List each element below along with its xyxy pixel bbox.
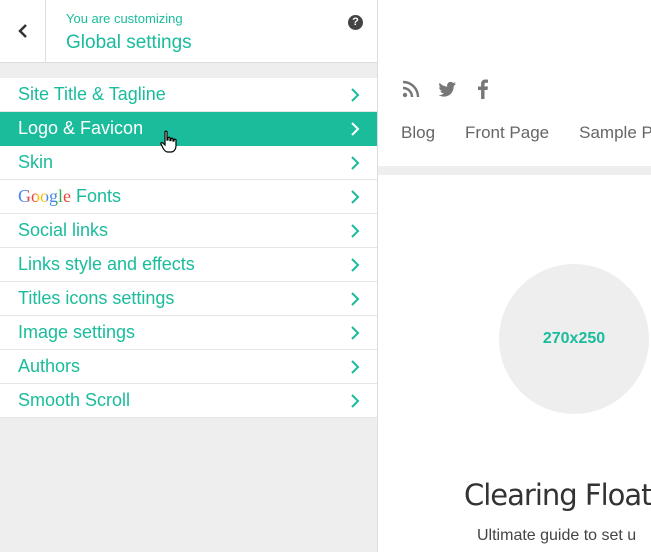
menu-item-label: Site Title & Tagline xyxy=(18,84,166,104)
menu-item-label: Image settings xyxy=(18,322,136,342)
chevron-right-icon xyxy=(351,326,360,340)
fonts-label: Fonts xyxy=(76,186,122,206)
menu-item-label: Links style and effects xyxy=(18,254,195,274)
menu-item-smooth-scroll[interactable]: Smooth Scroll xyxy=(0,384,377,418)
social-icons xyxy=(400,78,494,100)
nav-link-blog[interactable]: Blog xyxy=(401,123,435,143)
menu-item-label: Titles icons settings xyxy=(18,288,175,308)
menu-item-label: Smooth Scroll xyxy=(18,390,131,410)
menu-item-logo-favicon[interactable]: Logo & Favicon xyxy=(0,112,377,146)
menu-item-label: Skin xyxy=(18,152,54,172)
nav-link-front-page[interactable]: Front Page xyxy=(465,123,549,143)
chevron-left-icon xyxy=(17,24,27,38)
question-circle-icon[interactable]: ? xyxy=(348,15,363,30)
menu-item-label: Logo & Favicon xyxy=(18,118,144,138)
menu-item-authors[interactable]: Authors xyxy=(0,350,377,384)
settings-menu: Site Title & Tagline Logo & Favicon Skin… xyxy=(0,78,377,418)
chevron-right-icon xyxy=(351,292,360,306)
menu-item-google-fonts[interactable]: Google Fonts xyxy=(0,180,377,214)
google-logo: Google xyxy=(18,186,71,206)
rss-icon[interactable] xyxy=(400,78,422,100)
panel-header: You are customizing Global settings ? xyxy=(0,0,377,63)
chevron-right-icon xyxy=(351,224,360,238)
site-preview: Blog Front Page Sample P 270x250 Clearin… xyxy=(378,0,651,552)
chevron-right-icon xyxy=(351,190,360,204)
nav-link-sample-page[interactable]: Sample P xyxy=(579,123,651,143)
menu-item-links-style[interactable]: Links style and effects xyxy=(0,248,377,282)
menu-item-titles-icons[interactable]: Titles icons settings xyxy=(0,282,377,316)
thumbnail-size-text: 270x250 xyxy=(542,330,606,347)
menu-item-label: Social links xyxy=(18,220,109,240)
facebook-icon[interactable] xyxy=(472,78,494,100)
back-button[interactable] xyxy=(0,0,46,62)
chevron-right-icon xyxy=(351,394,360,408)
customizer-panel: You are customizing Global settings ? Si… xyxy=(0,0,378,552)
site-nav: Blog Front Page Sample P xyxy=(401,123,651,143)
customizing-label: You are customizing xyxy=(66,11,183,26)
chevron-right-icon xyxy=(351,122,360,136)
chevron-right-icon xyxy=(351,360,360,374)
menu-item-skin[interactable]: Skin xyxy=(0,146,377,180)
chevron-right-icon xyxy=(351,88,360,102)
menu-item-social-links[interactable]: Social links xyxy=(0,214,377,248)
post-title[interactable]: Clearing Floats xyxy=(464,478,651,512)
header-divider xyxy=(378,166,651,175)
menu-item-site-title[interactable]: Site Title & Tagline xyxy=(0,78,377,112)
menu-item-image-settings[interactable]: Image settings xyxy=(0,316,377,350)
panel-title: Global settings xyxy=(66,32,192,53)
menu-item-label: Authors xyxy=(18,356,81,376)
post-thumbnail-placeholder[interactable]: 270x250 xyxy=(499,264,649,414)
post-excerpt: Ultimate guide to set u xyxy=(477,527,637,544)
twitter-icon[interactable] xyxy=(436,78,458,100)
chevron-right-icon xyxy=(351,156,360,170)
menu-item-label: Google Fonts xyxy=(18,186,121,207)
chevron-right-icon xyxy=(351,258,360,272)
